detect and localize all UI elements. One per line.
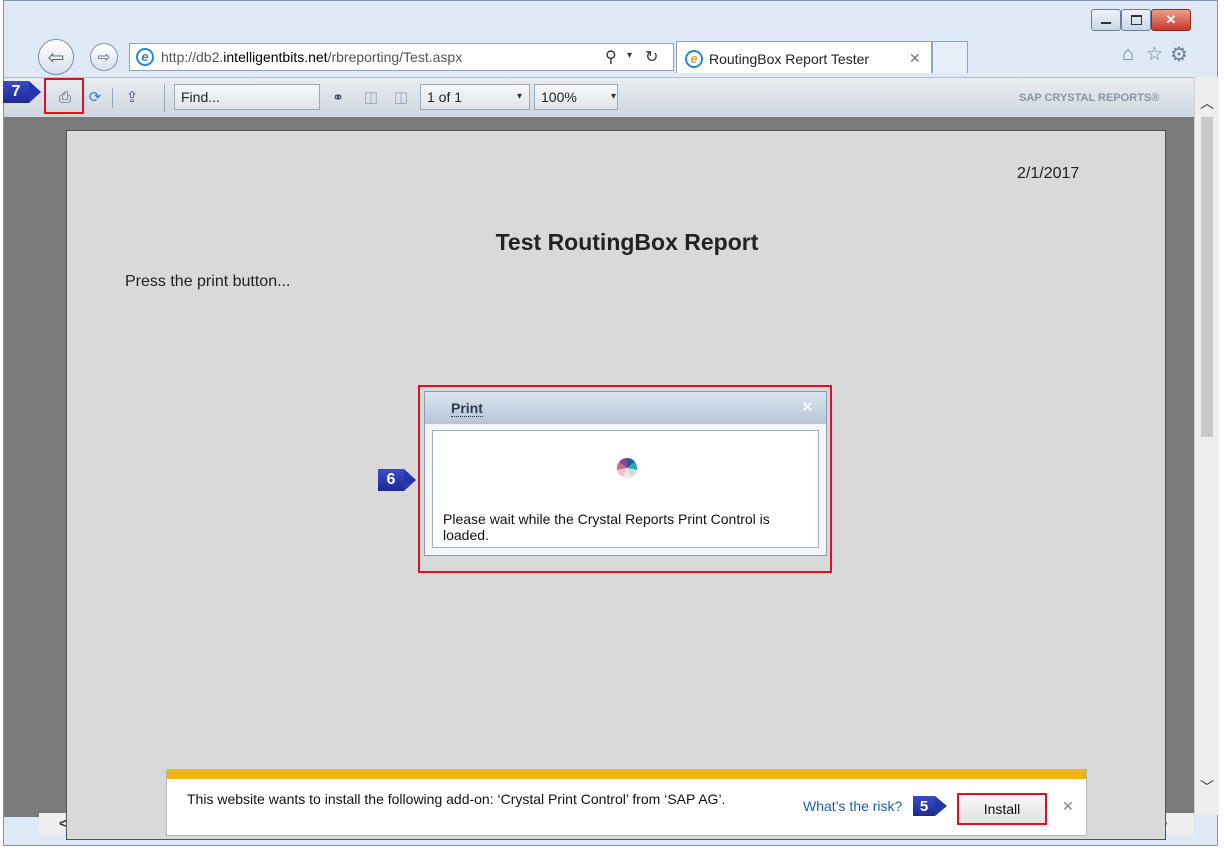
forward-button[interactable]: ⇨ — [90, 43, 118, 71]
previous-page-icon[interactable]: ◫ — [360, 86, 382, 108]
export-icon[interactable]: ⇪ — [121, 86, 143, 108]
toolbar-divider — [164, 84, 165, 112]
favorites-star-icon[interactable]: ☆ — [1146, 43, 1163, 66]
vertical-scrollbar[interactable]: ︿ ﹀ — [1194, 77, 1219, 815]
close-icon: ✕ — [1165, 12, 1177, 27]
find-input[interactable]: Find... — [174, 84, 320, 110]
report-date: 2/1/2017 — [1017, 165, 1080, 182]
close-notification-icon[interactable]: ✕ — [1062, 798, 1074, 815]
page-select-value: 1 of 1 — [427, 89, 463, 105]
report-instruction: Press the print button... — [125, 273, 291, 290]
tab-title: RoutingBox Report Tester — [709, 51, 870, 67]
next-page-icon[interactable]: ◫ — [390, 86, 412, 108]
notification-message: This website wants to install the follow… — [187, 791, 726, 807]
settings-gear-icon[interactable]: ⚙ — [1170, 42, 1188, 67]
refresh-report-icon[interactable]: ⟳ — [84, 86, 106, 108]
install-button-label: Install — [983, 801, 1021, 817]
ie-logo-icon: e — [136, 48, 154, 66]
dialog-header: Print ✕ — [425, 392, 826, 424]
close-window-button[interactable]: ✕ — [1151, 9, 1191, 31]
binoculars-search-icon[interactable]: ⚭ — [327, 86, 349, 108]
step-arrow-icon — [404, 469, 416, 491]
report-toolbar: ⎙ ⟳ ⇪ Find... ⚭ ◫ ◫ 1 of 1 ▾ 100% ▾ SAP … — [4, 77, 1194, 117]
minimize-button[interactable] — [1091, 9, 1121, 31]
step-arrow-icon — [935, 796, 947, 816]
notification-accent-bar — [167, 770, 1086, 779]
minimize-icon — [1101, 22, 1111, 24]
addon-notification-bar: This website wants to install the follow… — [166, 769, 1087, 836]
dialog-close-icon[interactable]: ✕ — [801, 398, 814, 416]
step-marker-6: 6 — [378, 469, 404, 491]
step-marker-7: 7 — [3, 81, 29, 103]
address-path: /rbreporting/Test.aspx — [327, 49, 463, 65]
sap-crystal-reports-brand: SAP CRYSTAL REPORTS® — [1019, 92, 1160, 104]
address-domain: intelligentbits.net — [223, 49, 328, 65]
chevron-down-icon: ▾ — [611, 91, 617, 102]
address-bar[interactable]: e http://db2.intelligentbits.net/rbrepor… — [129, 43, 674, 71]
chevron-down-icon: ▾ — [517, 91, 523, 102]
step-arrow-icon — [29, 81, 41, 103]
find-placeholder: Find... — [181, 89, 220, 105]
refresh-icon[interactable]: ↻ — [645, 47, 658, 67]
dialog-message: Please wait while the Crystal Reports Pr… — [443, 511, 770, 543]
tab-routingbox[interactable]: e RoutingBox Report Tester ✕ — [676, 41, 932, 73]
scroll-up-icon[interactable]: ︿ — [1200, 93, 1214, 113]
address-prefix: http://db2. — [161, 49, 224, 65]
close-tab-icon[interactable]: ✕ — [909, 50, 921, 67]
maximize-button[interactable] — [1121, 9, 1151, 31]
loading-spinner-icon — [616, 458, 638, 479]
report-title: Test RoutingBox Report — [495, 229, 759, 255]
scroll-thumb[interactable] — [1201, 117, 1213, 437]
zoom-select[interactable]: 100% ▾ — [534, 84, 618, 110]
toolbar-divider — [112, 88, 113, 108]
install-button[interactable]: Install — [957, 793, 1047, 825]
print-button-highlight — [44, 78, 84, 114]
maximize-icon — [1130, 15, 1142, 25]
search-icon[interactable]: ⚲ — [605, 47, 617, 67]
page-select[interactable]: 1 of 1 ▾ — [420, 84, 530, 110]
forward-arrow-icon: ⇨ — [97, 49, 111, 66]
home-icon[interactable]: ⌂ — [1122, 43, 1134, 66]
back-arrow-icon: ⇦ — [47, 46, 65, 69]
back-button[interactable]: ⇦ — [38, 39, 74, 75]
print-dialog: Print ✕ Please wait while the Crystal Re… — [424, 391, 827, 556]
scroll-down-icon[interactable]: ﹀ — [1200, 777, 1214, 797]
new-tab-button[interactable] — [932, 41, 968, 73]
dialog-title: Print — [451, 400, 483, 417]
dropdown-arrow-icon[interactable]: ▾ — [627, 50, 632, 61]
whats-the-risk-link[interactable]: What’s the risk? — [803, 798, 902, 814]
ie-logo-icon: e — [685, 50, 703, 68]
zoom-select-value: 100% — [541, 89, 577, 105]
dialog-body: Please wait while the Crystal Reports Pr… — [432, 430, 819, 548]
step-marker-5: 5 — [913, 796, 935, 816]
